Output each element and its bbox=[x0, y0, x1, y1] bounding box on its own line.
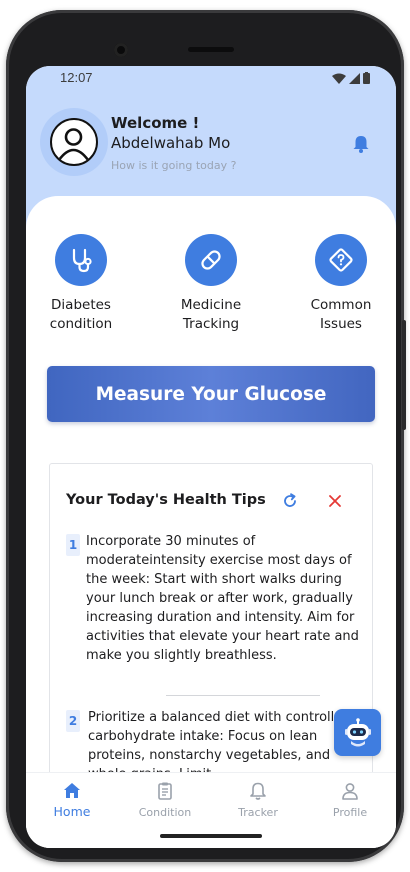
health-tips-card: Your Today's Health Tips 1 Incorporate 3… bbox=[49, 463, 373, 783]
home-indicator[interactable] bbox=[160, 834, 262, 838]
tip-divider bbox=[166, 695, 320, 696]
app-screen: 12:07 Welcome ! Abdelwahab Mo How is it … bbox=[26, 66, 396, 848]
nav-home[interactable]: Home bbox=[26, 773, 118, 833]
stethoscope-icon bbox=[55, 234, 107, 286]
welcome-subtitle: How is it going today ? bbox=[111, 159, 237, 172]
pill-icon bbox=[185, 234, 237, 286]
earpiece-speaker bbox=[188, 47, 234, 52]
quick-action-label: Common Issues bbox=[310, 297, 372, 332]
tip-number: 1 bbox=[66, 534, 80, 556]
wifi-icon bbox=[332, 73, 346, 84]
nav-profile[interactable]: Profile bbox=[304, 773, 396, 833]
bell-icon[interactable] bbox=[351, 134, 371, 154]
clipboard-icon bbox=[158, 782, 172, 800]
status-time: 12:07 bbox=[60, 70, 93, 85]
home-icon bbox=[64, 783, 80, 798]
question-diamond-icon bbox=[315, 234, 367, 286]
phone-frame: 12:07 Welcome ! Abdelwahab Mo How is it … bbox=[6, 10, 406, 862]
nav-condition[interactable]: Condition bbox=[119, 773, 211, 833]
quick-action-medicine-tracking[interactable]: Medicine Tracking bbox=[156, 234, 266, 334]
tip-number: 2 bbox=[66, 710, 80, 732]
signal-icon bbox=[349, 72, 360, 84]
quick-action-label: Diabetes condition bbox=[49, 297, 113, 332]
nav-label: Home bbox=[53, 804, 91, 819]
nav-label: Tracker bbox=[238, 806, 278, 819]
health-tips-title: Your Today's Health Tips bbox=[66, 492, 266, 508]
user-avatar-icon[interactable] bbox=[50, 118, 98, 166]
bell-icon bbox=[250, 782, 266, 800]
front-camera bbox=[114, 43, 128, 57]
power-button bbox=[402, 320, 406, 430]
user-name: Abdelwahab Mo bbox=[111, 134, 231, 152]
quick-action-label: Medicine Tracking bbox=[180, 297, 242, 332]
chatbot-button[interactable] bbox=[334, 709, 381, 756]
measure-glucose-button[interactable]: Measure Your Glucose bbox=[47, 366, 375, 422]
robot-icon bbox=[344, 717, 371, 746]
refresh-icon[interactable] bbox=[281, 492, 299, 510]
nav-tracker[interactable]: Tracker bbox=[212, 773, 304, 833]
battery-icon bbox=[363, 72, 370, 84]
status-icons bbox=[332, 72, 370, 84]
quick-action-common-issues[interactable]: Common Issues bbox=[286, 234, 396, 334]
tip-text: Incorporate 30 minutes of moderateintens… bbox=[86, 534, 359, 663]
status-bar: 12:07 bbox=[26, 66, 396, 90]
welcome-title: Welcome ! bbox=[111, 114, 200, 132]
nav-label: Profile bbox=[332, 806, 368, 819]
quick-action-diabetes-condition[interactable]: Diabetes condition bbox=[26, 234, 136, 334]
person-icon bbox=[342, 783, 358, 800]
nav-label: Condition bbox=[138, 806, 192, 819]
close-icon[interactable] bbox=[327, 493, 343, 509]
